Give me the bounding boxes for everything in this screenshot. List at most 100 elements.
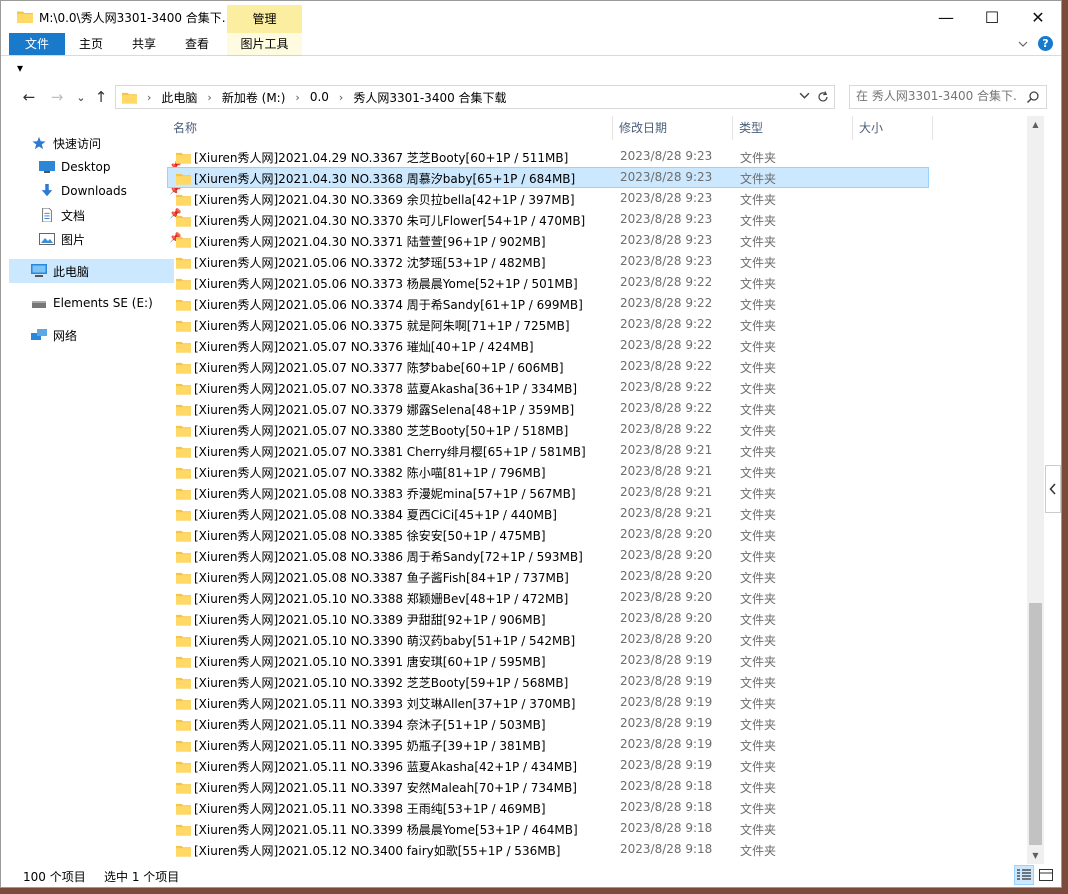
file-row[interactable]: [Xiuren秀人网]2021.05.08 NO.3386 周于希Sandy[7… — [167, 545, 929, 566]
column-header-type[interactable]: 类型 — [733, 116, 853, 140]
sidebar-item-quick-access[interactable]: 快速访问 — [9, 131, 174, 155]
tab-share[interactable]: 共享 — [117, 33, 171, 55]
file-date: 2023/8/28 9:22 — [620, 422, 713, 436]
folder-icon — [176, 530, 191, 542]
file-date: 2023/8/28 9:18 — [620, 821, 713, 835]
file-row[interactable]: [Xiuren秀人网]2021.05.08 NO.3383 乔漫妮mina[57… — [167, 482, 929, 503]
file-row[interactable]: [Xiuren秀人网]2021.05.06 NO.3375 就是阿朱啊[71+1… — [167, 314, 929, 335]
file-row[interactable]: [Xiuren秀人网]2021.05.06 NO.3372 沈梦瑶[53+1P … — [167, 251, 929, 272]
chevron-down-icon[interactable] — [799, 90, 810, 101]
picture-tools-tab[interactable]: 图片工具 — [227, 33, 302, 56]
tab-file[interactable]: 文件 — [9, 33, 65, 55]
folder-icon — [176, 215, 191, 227]
file-row[interactable]: [Xiuren秀人网]2021.05.06 NO.3374 周于希Sandy[6… — [167, 293, 929, 314]
file-row[interactable]: [Xiuren秀人网]2021.04.30 NO.3369 余贝拉bella[4… — [167, 188, 929, 209]
breadcrumb-separator[interactable]: › — [339, 91, 343, 104]
file-row[interactable]: [Xiuren秀人网]2021.05.11 NO.3395 奶瓶子[39+1P … — [167, 734, 929, 755]
file-row[interactable]: [Xiuren秀人网]2021.05.08 NO.3385 徐安安[50+1P … — [167, 524, 929, 545]
back-button[interactable]: ← — [19, 87, 39, 107]
file-row[interactable]: [Xiuren秀人网]2021.05.08 NO.3387 鱼子酱Fish[84… — [167, 566, 929, 587]
file-name: [Xiuren秀人网]2021.05.11 NO.3394 奈沐子[51+1P … — [194, 718, 546, 732]
file-row[interactable]: [Xiuren秀人网]2021.05.11 NO.3396 蓝夏Akasha[4… — [167, 755, 929, 776]
file-row[interactable]: [Xiuren秀人网]2021.05.10 NO.3389 尹甜甜[92+1P … — [167, 608, 929, 629]
file-row[interactable]: [Xiuren秀人网]2021.05.07 NO.3379 娜露Selena[4… — [167, 398, 929, 419]
column-header-name[interactable]: 名称 — [167, 116, 613, 140]
details-view-icon — [1017, 869, 1031, 880]
file-row[interactable]: [Xiuren秀人网]2021.05.10 NO.3392 芝芝Booty[59… — [167, 671, 929, 692]
sidebar-item-network[interactable]: 网络 — [9, 323, 174, 347]
sidebar-item-documents[interactable]: 文档 📌 — [9, 203, 182, 227]
address-bar[interactable]: › 此电脑 › 新加卷 (M:) › 0.0 › 秀人网3301-3400 合集… — [115, 85, 835, 109]
file-name: [Xiuren秀人网]2021.05.08 NO.3386 周于希Sandy[7… — [194, 550, 583, 564]
refresh-icon[interactable] — [816, 90, 830, 104]
scroll-down-button[interactable]: ▼ — [1027, 847, 1044, 864]
breadcrumb-current-folder[interactable]: 秀人网3301-3400 合集下载 — [353, 89, 506, 106]
file-row[interactable]: [Xiuren秀人网]2021.05.07 NO.3378 蓝夏Akasha[3… — [167, 377, 929, 398]
chevron-down-icon[interactable] — [1018, 39, 1028, 49]
breadcrumb-separator[interactable]: › — [147, 91, 151, 104]
file-date: 2023/8/28 9:19 — [620, 737, 713, 751]
sidebar-item-elements-se[interactable]: Elements SE (E:) — [9, 291, 174, 315]
details-pane-toggle[interactable] — [1045, 465, 1061, 513]
file-row[interactable]: [Xiuren秀人网]2021.05.11 NO.3394 奈沐子[51+1P … — [167, 713, 929, 734]
breadcrumb-folder-0-0[interactable]: 0.0 — [310, 90, 329, 104]
column-header-size[interactable]: 大小 — [853, 116, 933, 140]
manage-tab[interactable]: 管理 — [227, 5, 302, 33]
close-button[interactable]: ✕ — [1015, 1, 1061, 33]
minimize-button[interactable]: — — [923, 1, 969, 33]
details-view-button[interactable] — [1014, 865, 1034, 885]
search-input[interactable] — [856, 89, 1016, 103]
tab-view[interactable]: 查看 — [171, 33, 223, 55]
file-row[interactable]: [Xiuren秀人网]2021.04.30 NO.3370 朱可儿Flower[… — [167, 209, 929, 230]
file-row[interactable]: [Xiuren秀人网]2021.05.11 NO.3397 安然Maleah[7… — [167, 776, 929, 797]
forward-button[interactable]: → — [47, 87, 67, 107]
recent-locations-button[interactable]: ⌄ — [71, 87, 91, 107]
breadcrumb-separator[interactable]: › — [207, 91, 211, 104]
up-button[interactable]: ↑ — [91, 87, 111, 107]
file-row[interactable]: [Xiuren秀人网]2021.05.07 NO.3380 芝芝Booty[50… — [167, 419, 929, 440]
customize-toolbar-button[interactable]: ▾ — [17, 61, 23, 75]
file-row[interactable]: [Xiuren秀人网]2021.05.11 NO.3398 王雨纯[53+1P … — [167, 797, 929, 818]
file-row[interactable]: [Xiuren秀人网]2021.05.12 NO.3400 fairy如歌[55… — [167, 839, 929, 860]
breadcrumb-this-pc[interactable]: 此电脑 — [161, 89, 197, 106]
file-row[interactable]: [Xiuren秀人网]2021.05.08 NO.3384 夏西CiCi[45+… — [167, 503, 929, 524]
file-row[interactable]: [Xiuren秀人网]2021.05.10 NO.3388 郑颖姗Bev[48+… — [167, 587, 929, 608]
tab-home[interactable]: 主页 — [65, 33, 117, 55]
search-icon[interactable] — [1026, 90, 1040, 104]
file-row[interactable]: [Xiuren秀人网]2021.05.10 NO.3391 唐安琪[60+1P … — [167, 650, 929, 671]
sidebar-item-label: 文档 — [61, 208, 86, 223]
item-count: 100 个项目 — [23, 870, 86, 884]
file-type: 文件夹 — [740, 193, 777, 207]
sidebar-item-pictures[interactable]: 图片 📌 — [9, 227, 182, 251]
vertical-scrollbar[interactable]: ▲ ▼ — [1027, 116, 1044, 864]
help-button[interactable]: ? — [1038, 36, 1053, 51]
file-row[interactable]: [Xiuren秀人网]2021.04.29 NO.3367 芝芝Booty[60… — [167, 146, 929, 167]
explorer-window: M:\0.0\秀人网3301-3400 合集下... 管理 — ☐ ✕ 文件 主… — [0, 0, 1062, 888]
scrollbar-thumb[interactable] — [1029, 603, 1042, 845]
search-box[interactable] — [849, 85, 1047, 109]
file-row[interactable]: [Xiuren秀人网]2021.04.30 NO.3368 周慕汐baby[65… — [167, 167, 929, 188]
scroll-up-button[interactable]: ▲ — [1027, 116, 1044, 133]
file-row[interactable]: [Xiuren秀人网]2021.05.07 NO.3377 陈梦babe[60+… — [167, 356, 929, 377]
sidebar-item-desktop[interactable]: Desktop 📌 — [9, 155, 182, 179]
file-row[interactable]: [Xiuren秀人网]2021.05.07 NO.3382 陈小喵[81+1P … — [167, 461, 929, 482]
file-row[interactable]: [Xiuren秀人网]2021.05.06 NO.3373 杨晨晨Yome[52… — [167, 272, 929, 293]
file-date: 2023/8/28 9:18 — [620, 800, 713, 814]
file-row[interactable]: [Xiuren秀人网]2021.05.11 NO.3393 刘艾琳Allen[3… — [167, 692, 929, 713]
folder-icon — [176, 677, 191, 689]
breadcrumb-volume-m[interactable]: 新加卷 (M:) — [222, 89, 286, 106]
file-name: [Xiuren秀人网]2021.05.07 NO.3382 陈小喵[81+1P … — [194, 466, 546, 480]
sidebar-item-this-pc[interactable]: 此电脑 — [9, 259, 174, 283]
sidebar-item-downloads[interactable]: Downloads 📌 — [9, 179, 182, 203]
file-row[interactable]: [Xiuren秀人网]2021.05.11 NO.3399 杨晨晨Yome[53… — [167, 818, 929, 839]
file-row[interactable]: [Xiuren秀人网]2021.04.30 NO.3371 陆萱萱[96+1P … — [167, 230, 929, 251]
column-header-date[interactable]: 修改日期 — [613, 116, 733, 140]
breadcrumb-separator[interactable]: › — [295, 91, 299, 104]
file-row[interactable]: [Xiuren秀人网]2021.05.07 NO.3376 璀灿[40+1P /… — [167, 335, 929, 356]
file-row[interactable]: [Xiuren秀人网]2021.05.07 NO.3381 Cherry绯月樱[… — [167, 440, 929, 461]
file-row[interactable]: [Xiuren秀人网]2021.05.10 NO.3390 萌汉药baby[51… — [167, 629, 929, 650]
large-icons-view-button[interactable] — [1036, 865, 1056, 885]
ribbon-controls: ? — [1018, 36, 1053, 51]
maximize-button[interactable]: ☐ — [969, 1, 1015, 33]
picture-icon — [39, 233, 55, 245]
